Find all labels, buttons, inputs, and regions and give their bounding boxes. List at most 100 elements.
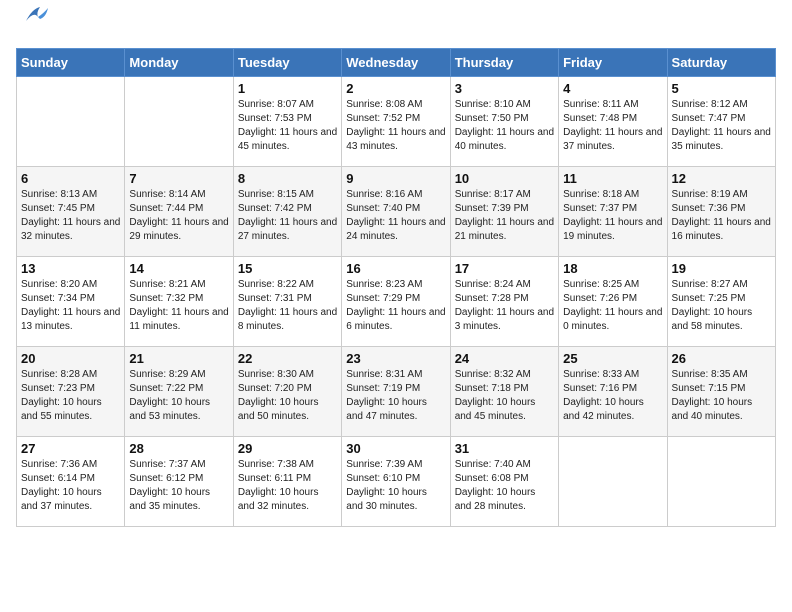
day-number: 7 [129, 171, 228, 186]
calendar-cell: 19 Sunrise: 8:27 AM Sunset: 7:25 PM Dayli… [667, 257, 775, 347]
day-number: 26 [672, 351, 771, 366]
calendar-cell: 24 Sunrise: 8:32 AM Sunset: 7:18 PM Dayli… [450, 347, 558, 437]
day-info: Sunrise: 8:19 AM Sunset: 7:36 PM Dayligh… [672, 188, 771, 244]
day-info: Sunrise: 8:33 AM Sunset: 7:16 PM Dayligh… [563, 368, 662, 424]
day-info: Sunrise: 8:23 AM Sunset: 7:29 PM Dayligh… [346, 278, 445, 334]
day-info: Sunrise: 8:13 AM Sunset: 7:45 PM Dayligh… [21, 188, 120, 244]
calendar-cell: 3 Sunrise: 8:10 AM Sunset: 7:50 PM Daylig… [450, 77, 558, 167]
day-info: Sunrise: 7:39 AM Sunset: 6:10 PM Dayligh… [346, 458, 445, 514]
day-info: Sunrise: 8:10 AM Sunset: 7:50 PM Dayligh… [455, 98, 554, 154]
calendar-cell: 7 Sunrise: 8:14 AM Sunset: 7:44 PM Daylig… [125, 167, 233, 257]
day-number: 30 [346, 441, 445, 456]
weekday-header: Wednesday [342, 49, 450, 77]
day-info: Sunrise: 8:17 AM Sunset: 7:39 PM Dayligh… [455, 188, 554, 244]
calendar-cell: 17 Sunrise: 8:24 AM Sunset: 7:28 PM Dayli… [450, 257, 558, 347]
day-number: 3 [455, 81, 554, 96]
day-number: 9 [346, 171, 445, 186]
day-number: 14 [129, 261, 228, 276]
calendar-cell: 26 Sunrise: 8:35 AM Sunset: 7:15 PM Dayli… [667, 347, 775, 437]
day-info: Sunrise: 7:40 AM Sunset: 6:08 PM Dayligh… [455, 458, 554, 514]
calendar-cell: 13 Sunrise: 8:20 AM Sunset: 7:34 PM Dayli… [17, 257, 125, 347]
calendar-cell [667, 437, 775, 527]
day-number: 22 [238, 351, 337, 366]
calendar-cell: 27 Sunrise: 7:36 AM Sunset: 6:14 PM Dayli… [17, 437, 125, 527]
day-info: Sunrise: 8:20 AM Sunset: 7:34 PM Dayligh… [21, 278, 120, 334]
day-number: 2 [346, 81, 445, 96]
calendar-cell: 12 Sunrise: 8:19 AM Sunset: 7:36 PM Dayli… [667, 167, 775, 257]
calendar-table: SundayMondayTuesdayWednesdayThursdayFrid… [16, 48, 776, 527]
day-number: 10 [455, 171, 554, 186]
calendar-cell: 23 Sunrise: 8:31 AM Sunset: 7:19 PM Dayli… [342, 347, 450, 437]
day-info: Sunrise: 8:07 AM Sunset: 7:53 PM Dayligh… [238, 98, 337, 154]
day-info: Sunrise: 8:18 AM Sunset: 7:37 PM Dayligh… [563, 188, 662, 244]
weekday-header: Monday [125, 49, 233, 77]
day-info: Sunrise: 8:22 AM Sunset: 7:31 PM Dayligh… [238, 278, 337, 334]
calendar-cell: 10 Sunrise: 8:17 AM Sunset: 7:39 PM Dayli… [450, 167, 558, 257]
calendar-cell: 28 Sunrise: 7:37 AM Sunset: 6:12 PM Dayli… [125, 437, 233, 527]
day-info: Sunrise: 8:27 AM Sunset: 7:25 PM Dayligh… [672, 278, 771, 334]
day-info: Sunrise: 8:25 AM Sunset: 7:26 PM Dayligh… [563, 278, 662, 334]
calendar-cell: 30 Sunrise: 7:39 AM Sunset: 6:10 PM Dayli… [342, 437, 450, 527]
day-number: 8 [238, 171, 337, 186]
calendar-cell: 2 Sunrise: 8:08 AM Sunset: 7:52 PM Daylig… [342, 77, 450, 167]
day-info: Sunrise: 8:14 AM Sunset: 7:44 PM Dayligh… [129, 188, 228, 244]
day-number: 16 [346, 261, 445, 276]
day-number: 20 [21, 351, 120, 366]
day-number: 17 [455, 261, 554, 276]
weekday-header: Sunday [17, 49, 125, 77]
logo [16, 16, 48, 38]
calendar-cell: 5Sunrise: 8:12 AM Sunset: 7:47 PM Daylig… [667, 77, 775, 167]
day-number: 21 [129, 351, 228, 366]
calendar-cell: 6 Sunrise: 8:13 AM Sunset: 7:45 PM Daylig… [17, 167, 125, 257]
day-number: 24 [455, 351, 554, 366]
calendar-cell: 18 Sunrise: 8:25 AM Sunset: 7:26 PM Dayli… [559, 257, 667, 347]
day-number: 31 [455, 441, 554, 456]
day-number: 4 [563, 81, 662, 96]
day-info: Sunrise: 7:36 AM Sunset: 6:14 PM Dayligh… [21, 458, 120, 514]
day-info: Sunrise: 8:29 AM Sunset: 7:22 PM Dayligh… [129, 368, 228, 424]
page-header [16, 16, 776, 38]
day-number: 6 [21, 171, 120, 186]
day-info: Sunrise: 8:35 AM Sunset: 7:15 PM Dayligh… [672, 368, 771, 424]
day-info: Sunrise: 8:32 AM Sunset: 7:18 PM Dayligh… [455, 368, 554, 424]
calendar-cell: 15 Sunrise: 8:22 AM Sunset: 7:31 PM Dayli… [233, 257, 341, 347]
weekday-header: Tuesday [233, 49, 341, 77]
day-number: 11 [563, 171, 662, 186]
logo-bird-icon [18, 3, 48, 31]
day-info: Sunrise: 8:16 AM Sunset: 7:40 PM Dayligh… [346, 188, 445, 244]
calendar-cell: 29 Sunrise: 7:38 AM Sunset: 6:11 PM Dayli… [233, 437, 341, 527]
day-info: Sunrise: 8:15 AM Sunset: 7:42 PM Dayligh… [238, 188, 337, 244]
calendar-cell: 20 Sunrise: 8:28 AM Sunset: 7:23 PM Dayli… [17, 347, 125, 437]
calendar-cell: 22Sunrise: 8:30 AM Sunset: 7:20 PM Dayli… [233, 347, 341, 437]
day-number: 23 [346, 351, 445, 366]
calendar-cell: 31 Sunrise: 7:40 AM Sunset: 6:08 PM Dayli… [450, 437, 558, 527]
calendar-cell: 4 Sunrise: 8:11 AM Sunset: 7:48 PM Daylig… [559, 77, 667, 167]
day-number: 27 [21, 441, 120, 456]
calendar-cell: 25 Sunrise: 8:33 AM Sunset: 7:16 PM Dayli… [559, 347, 667, 437]
day-info: Sunrise: 8:28 AM Sunset: 7:23 PM Dayligh… [21, 368, 120, 424]
calendar-cell: 11 Sunrise: 8:18 AM Sunset: 7:37 PM Dayli… [559, 167, 667, 257]
day-number: 28 [129, 441, 228, 456]
day-info: Sunrise: 7:37 AM Sunset: 6:12 PM Dayligh… [129, 458, 228, 514]
day-info: Sunrise: 8:24 AM Sunset: 7:28 PM Dayligh… [455, 278, 554, 334]
calendar-cell [559, 437, 667, 527]
day-number: 29 [238, 441, 337, 456]
calendar-cell: 21 Sunrise: 8:29 AM Sunset: 7:22 PM Dayli… [125, 347, 233, 437]
day-number: 12 [672, 171, 771, 186]
day-info: Sunrise: 8:21 AM Sunset: 7:32 PM Dayligh… [129, 278, 228, 334]
calendar-cell [125, 77, 233, 167]
day-number: 25 [563, 351, 662, 366]
calendar-cell [17, 77, 125, 167]
day-info: Sunrise: 7:38 AM Sunset: 6:11 PM Dayligh… [238, 458, 337, 514]
day-info: Sunrise: 8:08 AM Sunset: 7:52 PM Dayligh… [346, 98, 445, 154]
day-info: Sunrise: 8:11 AM Sunset: 7:48 PM Dayligh… [563, 98, 662, 154]
day-number: 15 [238, 261, 337, 276]
day-number: 13 [21, 261, 120, 276]
day-number: 1 [238, 81, 337, 96]
calendar-cell: 1 Sunrise: 8:07 AM Sunset: 7:53 PM Daylig… [233, 77, 341, 167]
day-info: Sunrise: 8:31 AM Sunset: 7:19 PM Dayligh… [346, 368, 445, 424]
calendar-cell: 16 Sunrise: 8:23 AM Sunset: 7:29 PM Dayli… [342, 257, 450, 347]
day-number: 18 [563, 261, 662, 276]
weekday-header: Thursday [450, 49, 558, 77]
day-number: 19 [672, 261, 771, 276]
